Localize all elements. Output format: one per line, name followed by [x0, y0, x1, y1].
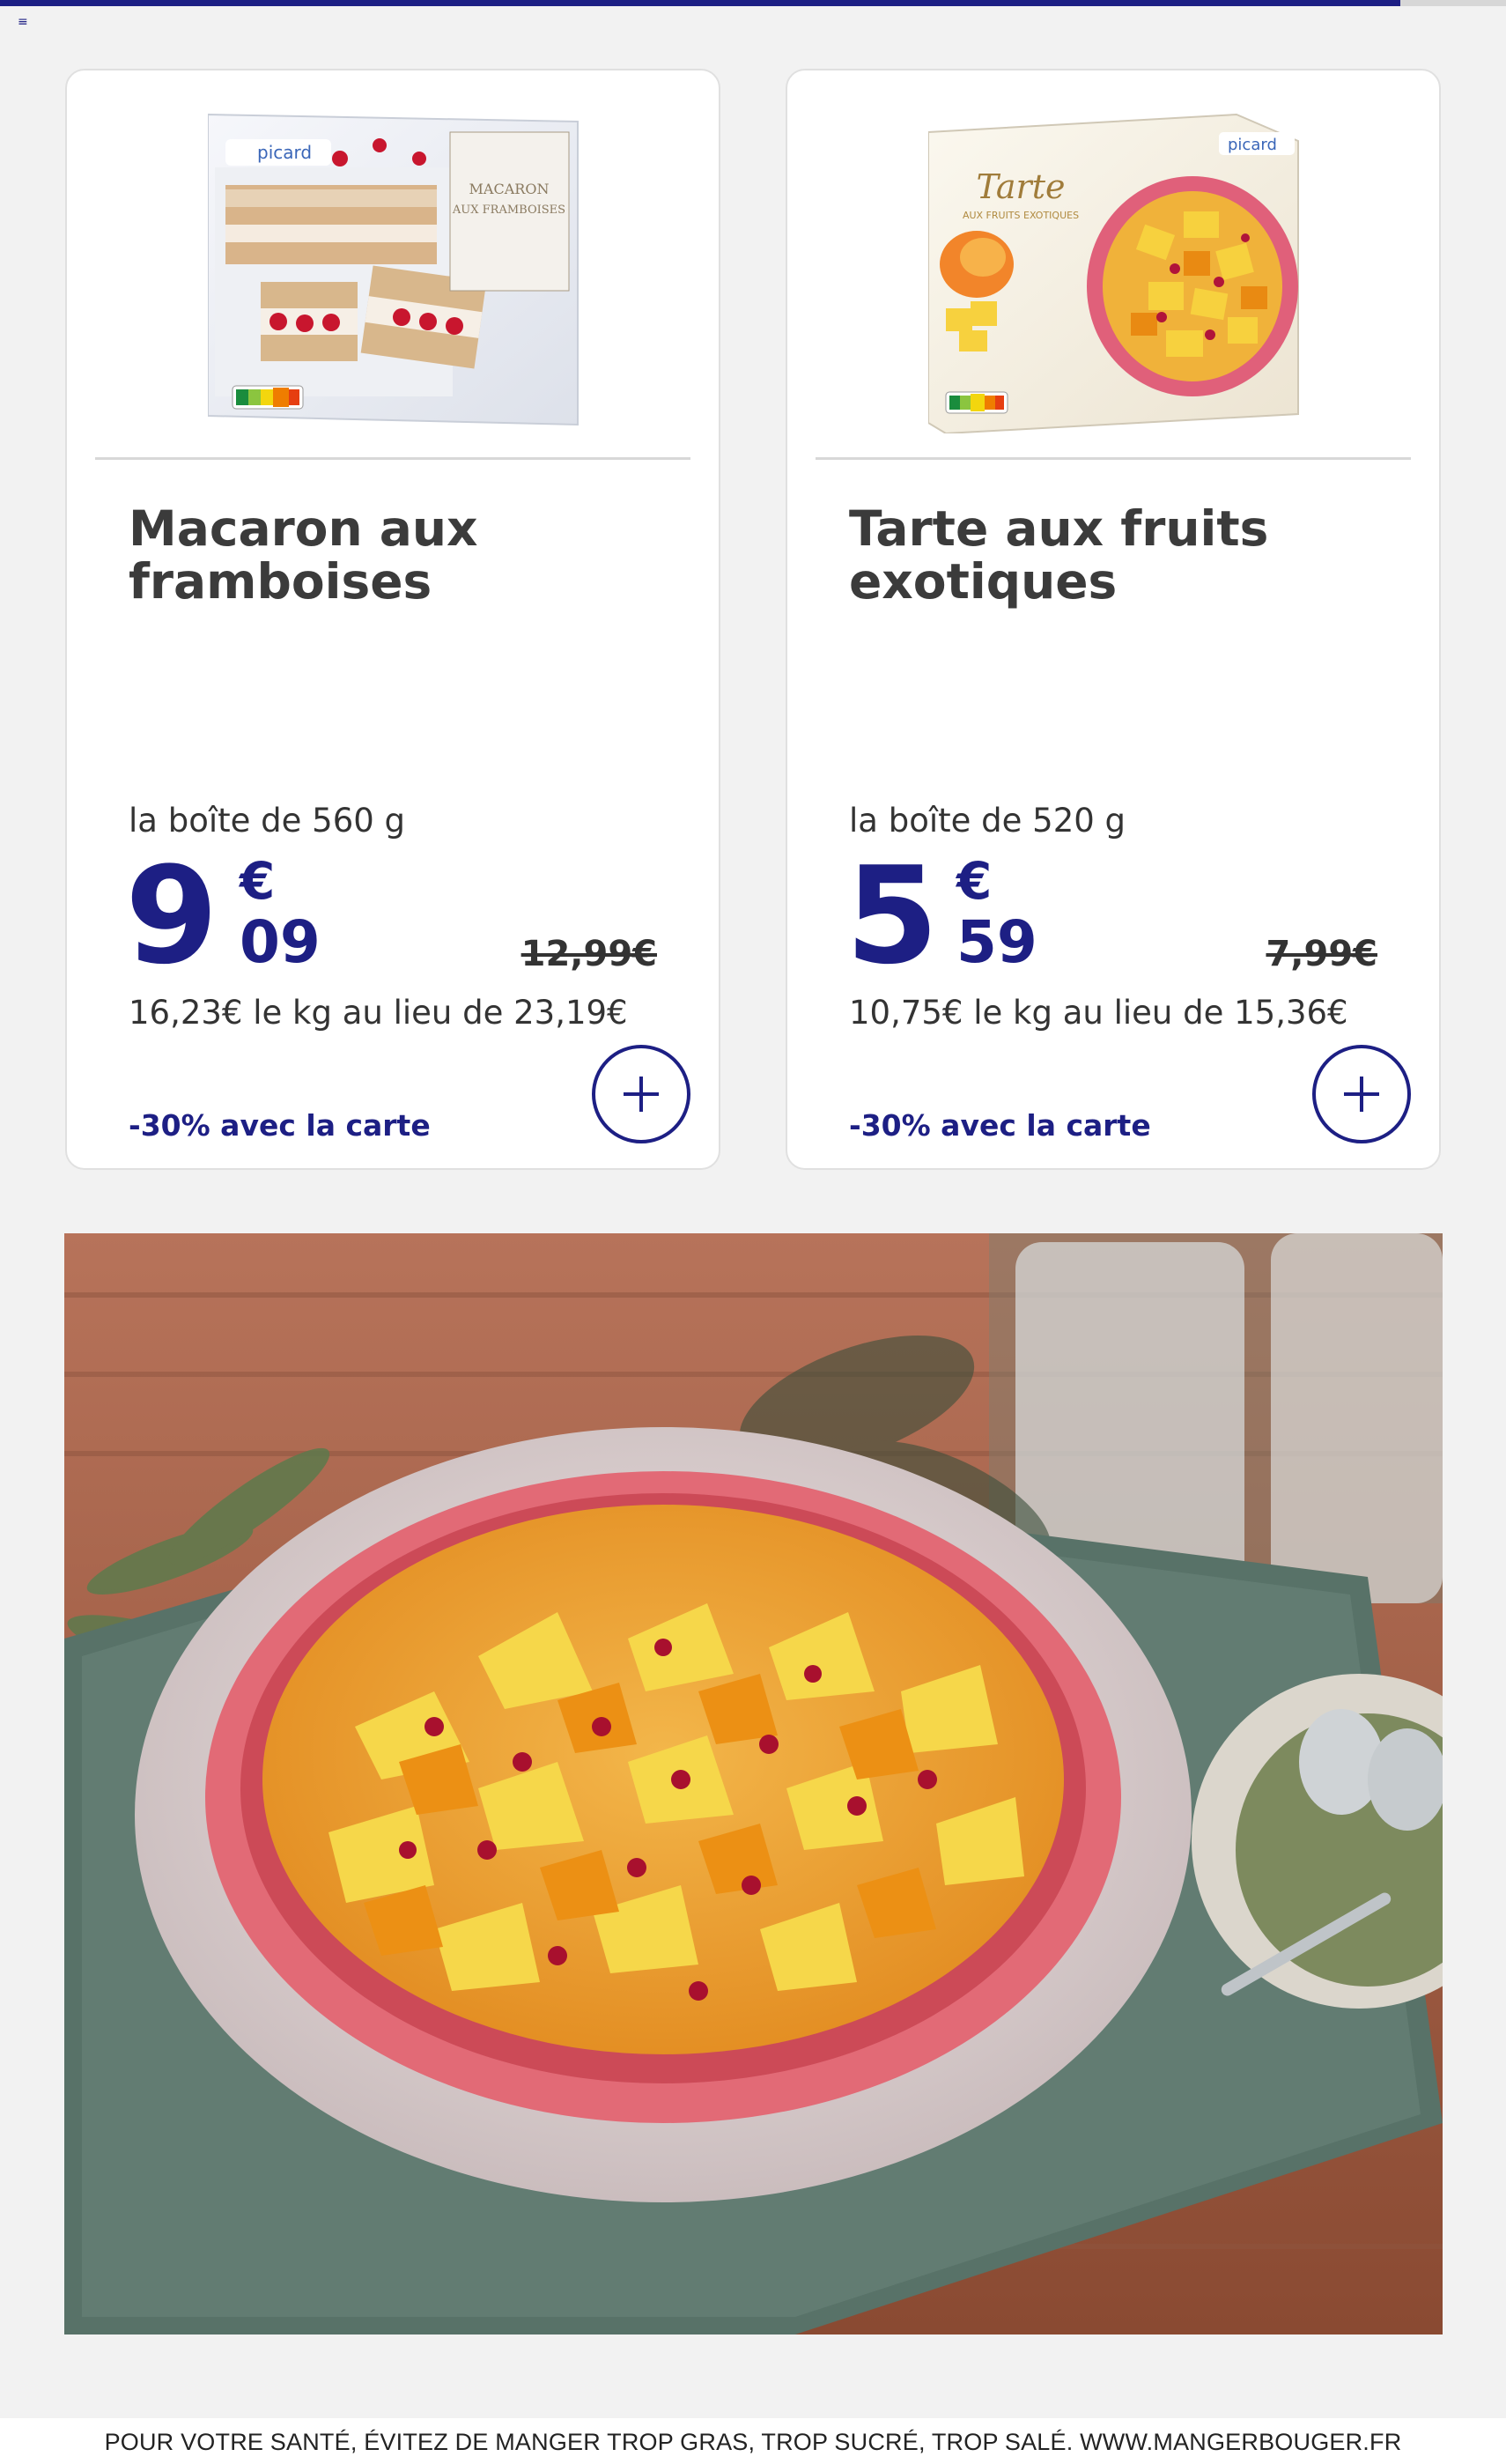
product-card-tarte[interactable]: picard Tarte AUX FRUITS EXOTIQUES Tarte …	[786, 69, 1441, 1170]
price-per-kg: 16,23€ le kg au lieu de 23,19€	[129, 994, 628, 1032]
card-divider	[95, 457, 690, 460]
price-currency: €	[240, 851, 276, 911]
health-disclaimer: POUR VOTRE SANTÉ, ÉVITEZ DE MANGER TROP …	[104, 2429, 1402, 2455]
add-to-cart-button[interactable]	[592, 1045, 690, 1143]
card-divider	[816, 457, 1411, 460]
product-card-macaron[interactable]: MACARON AUX FRAMBOISES picard Macaron au…	[65, 69, 720, 1170]
menu-icon[interactable]: ≡	[18, 16, 28, 28]
loyalty-discount: -30% avec la carte	[129, 1108, 431, 1143]
progress-bar	[0, 0, 1506, 6]
package-text: AUX FRAMBOISES	[452, 203, 565, 217]
loyalty-discount: -30% avec la carte	[849, 1108, 1151, 1143]
add-to-cart-button[interactable]	[1312, 1045, 1411, 1143]
product-image-macaron: MACARON AUX FRAMBOISES picard	[208, 106, 581, 433]
brand-logo: picard	[257, 142, 312, 163]
product-title[interactable]: Tarte aux fruits exotiques	[849, 502, 1377, 608]
package-text: MACARON	[469, 181, 550, 197]
product-weight: la boîte de 560 g	[129, 802, 406, 840]
old-price: 12,99€	[520, 934, 657, 974]
package-text: AUX FRUITS EXOTIQUES	[963, 210, 1079, 221]
price-integer: 5	[845, 838, 939, 994]
old-price: 7,99€	[1266, 934, 1377, 974]
price-integer: 9	[125, 838, 218, 994]
lifestyle-photo-tarte	[64, 1233, 1443, 2335]
product-image-tarte: picard Tarte AUX FRUITS EXOTIQUES	[928, 106, 1302, 433]
progress-bar-fill	[0, 0, 1401, 6]
price-per-kg: 10,75€ le kg au lieu de 15,36€	[849, 994, 1348, 1032]
price-decimals: 59	[956, 908, 1037, 976]
brand-logo: picard	[1228, 136, 1277, 154]
price-currency: €	[956, 851, 993, 911]
product-title[interactable]: Macaron aux framboises	[129, 502, 657, 608]
product-weight: la boîte de 520 g	[849, 802, 1126, 840]
price-decimals: 09	[240, 908, 321, 976]
package-text: Tarte	[977, 167, 1066, 206]
